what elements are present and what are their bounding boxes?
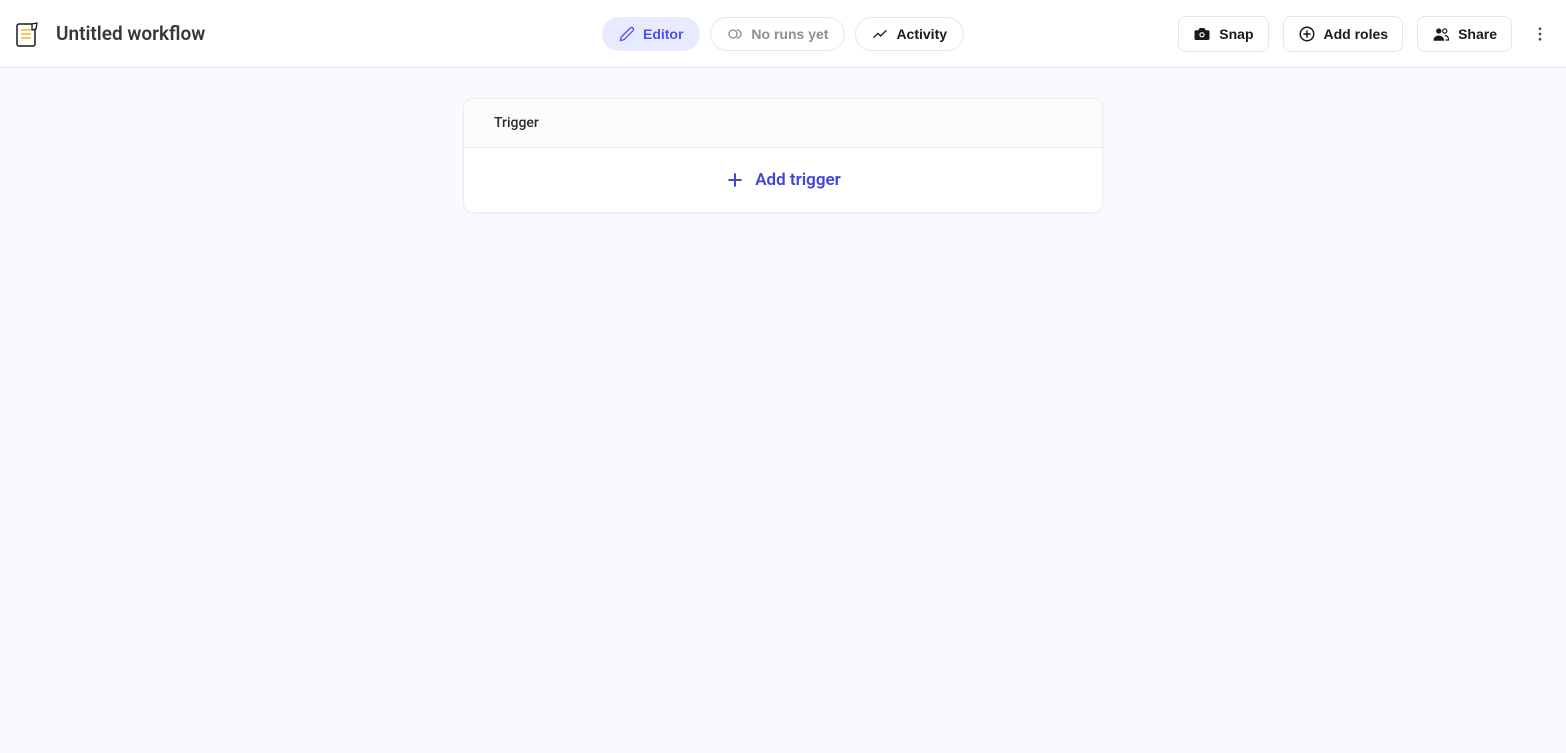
header-center-tabs: Editor No runs yet Activity [602, 17, 964, 51]
more-menu-button[interactable] [1526, 20, 1554, 48]
header-left: Untitled workflow [12, 19, 205, 49]
trigger-card-header: Trigger [464, 99, 1102, 148]
plus-circle-icon [1298, 25, 1316, 43]
people-icon [1432, 25, 1450, 43]
activity-icon [872, 26, 888, 42]
app-header: Untitled workflow Editor No runs yet [0, 0, 1566, 68]
share-button[interactable]: Share [1417, 16, 1512, 52]
add-roles-button[interactable]: Add roles [1283, 16, 1404, 52]
add-trigger-label: Add trigger [755, 170, 841, 190]
tab-activity[interactable]: Activity [855, 17, 964, 51]
tab-activity-label: Activity [896, 26, 947, 42]
header-right: Snap Add roles Share [1178, 16, 1554, 52]
tab-no-runs: No runs yet [710, 17, 845, 51]
trigger-card: Trigger Add trigger [463, 98, 1103, 213]
tab-editor-label: Editor [643, 26, 683, 42]
share-button-label: Share [1458, 26, 1497, 42]
camera-icon [1193, 25, 1211, 43]
more-vertical-icon [1531, 25, 1549, 43]
snap-button-label: Snap [1219, 26, 1253, 42]
workflow-title[interactable]: Untitled workflow [56, 22, 205, 45]
snap-button[interactable]: Snap [1178, 16, 1268, 52]
workflow-canvas[interactable]: Trigger Add trigger [0, 68, 1566, 753]
add-trigger-button[interactable]: Add trigger [464, 148, 1102, 212]
tab-editor[interactable]: Editor [602, 17, 700, 51]
add-roles-button-label: Add roles [1324, 26, 1389, 42]
workflow-document-icon[interactable] [12, 19, 42, 49]
pencil-icon [619, 26, 635, 42]
plus-icon [725, 170, 745, 190]
runs-icon [727, 26, 743, 42]
tab-no-runs-label: No runs yet [751, 26, 828, 42]
